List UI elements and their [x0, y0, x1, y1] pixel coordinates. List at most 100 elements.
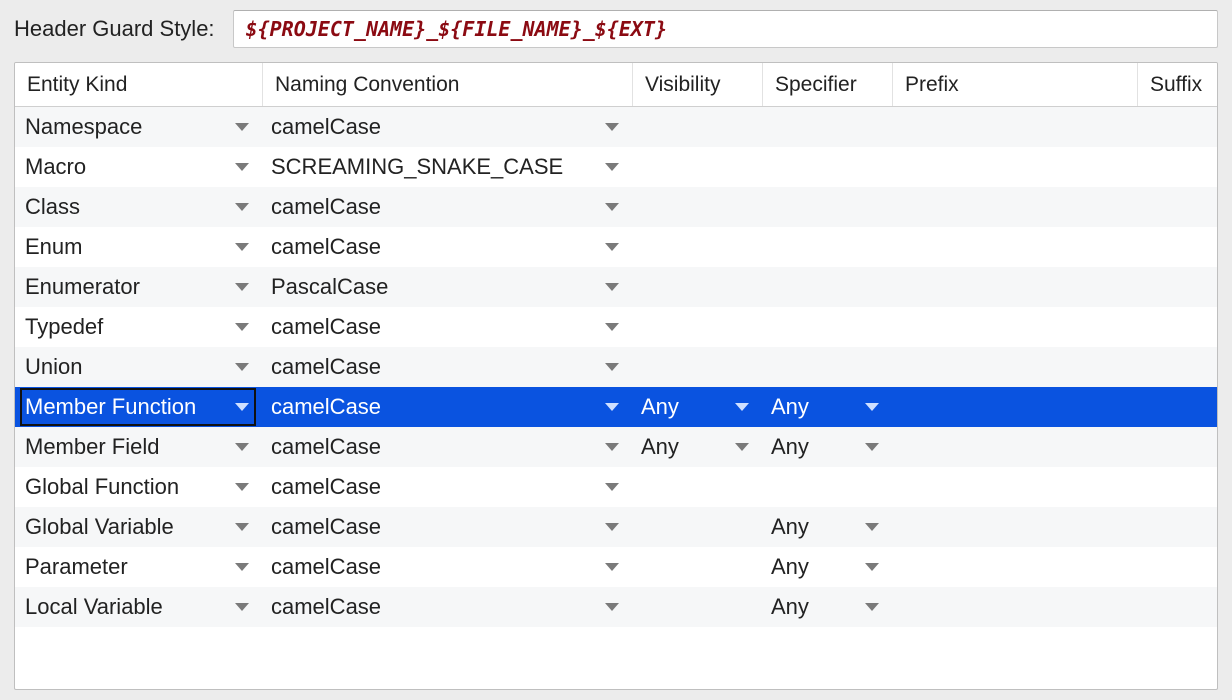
prefix-cell[interactable]	[893, 227, 1138, 267]
prefix-cell[interactable]	[893, 467, 1138, 507]
specifier-cell[interactable]: Any	[763, 427, 893, 467]
suffix-cell[interactable]	[1138, 267, 1217, 307]
suffix-cell[interactable]	[1138, 427, 1217, 467]
visibility-cell[interactable]: Any	[633, 387, 763, 427]
naming-convention-dropdown[interactable]: PascalCase	[271, 274, 625, 300]
entity-kind-dropdown[interactable]: Member Field	[21, 429, 255, 465]
prefix-cell[interactable]	[893, 307, 1138, 347]
table-row[interactable]: NamespacecamelCase	[15, 107, 1217, 147]
specifier-dropdown[interactable]: Any	[771, 394, 885, 420]
entity-kind-dropdown[interactable]: Union	[21, 349, 255, 385]
entity-kind-dropdown[interactable]: Macro	[21, 149, 255, 185]
table-row[interactable]: Global Variable camelCase Any	[15, 507, 1217, 547]
column-header-entity[interactable]: Entity Kind	[15, 63, 263, 106]
specifier-dropdown[interactable]: Any	[771, 594, 885, 620]
prefix-cell[interactable]	[893, 387, 1138, 427]
specifier-dropdown[interactable]: Any	[771, 514, 885, 540]
entity-kind-dropdown[interactable]: Enumerator	[21, 269, 255, 305]
header-guard-input[interactable]	[233, 10, 1218, 48]
naming-convention-dropdown[interactable]: camelCase	[271, 594, 625, 620]
table-row[interactable]: ParametercamelCase Any	[15, 547, 1217, 587]
column-header-specifier[interactable]: Specifier	[763, 63, 893, 106]
naming-convention-dropdown[interactable]: camelCase	[271, 514, 625, 540]
prefix-cell[interactable]	[893, 547, 1138, 587]
specifier-cell[interactable]: Any	[763, 547, 893, 587]
naming-convention-cell[interactable]: camelCase	[263, 387, 633, 427]
specifier-cell[interactable]: Any	[763, 587, 893, 627]
naming-convention-cell[interactable]: PascalCase	[263, 267, 633, 307]
suffix-cell[interactable]	[1138, 507, 1217, 547]
prefix-cell[interactable]	[893, 587, 1138, 627]
entity-kind-dropdown[interactable]: Global Variable	[21, 509, 255, 545]
table-row[interactable]: Enumerator PascalCase	[15, 267, 1217, 307]
table-row[interactable]: Union camelCase	[15, 347, 1217, 387]
suffix-cell[interactable]	[1138, 227, 1217, 267]
naming-convention-dropdown[interactable]: camelCase	[271, 234, 625, 260]
naming-convention-cell[interactable]: camelCase	[263, 227, 633, 267]
suffix-cell[interactable]	[1138, 147, 1217, 187]
prefix-cell[interactable]	[893, 267, 1138, 307]
entity-kind-cell[interactable]: Enum	[15, 227, 263, 267]
naming-convention-cell[interactable]: camelCase	[263, 547, 633, 587]
naming-convention-cell[interactable]: camelCase	[263, 307, 633, 347]
entity-kind-cell[interactable]: Global Function	[15, 467, 263, 507]
entity-kind-dropdown[interactable]: Member Function	[21, 389, 255, 425]
entity-kind-cell[interactable]: Parameter	[15, 547, 263, 587]
entity-kind-cell[interactable]: Enumerator	[15, 267, 263, 307]
visibility-cell[interactable]: Any	[633, 427, 763, 467]
table-row[interactable]: Member Field camelCase Any Any	[15, 427, 1217, 467]
naming-convention-dropdown[interactable]: camelCase	[271, 434, 625, 460]
column-header-prefix[interactable]: Prefix	[893, 63, 1138, 106]
entity-kind-cell[interactable]: Typedef	[15, 307, 263, 347]
visibility-dropdown[interactable]: Any	[641, 394, 755, 420]
entity-kind-cell[interactable]: Member Field	[15, 427, 263, 467]
suffix-cell[interactable]	[1138, 547, 1217, 587]
table-row[interactable]: Typedef camelCase	[15, 307, 1217, 347]
entity-kind-dropdown[interactable]: Parameter	[21, 549, 255, 585]
naming-convention-cell[interactable]: camelCase	[263, 347, 633, 387]
prefix-cell[interactable]	[893, 147, 1138, 187]
specifier-dropdown[interactable]: Any	[771, 434, 885, 460]
naming-convention-dropdown[interactable]: camelCase	[271, 354, 625, 380]
entity-kind-dropdown[interactable]: Local Variable	[21, 589, 255, 625]
column-header-visibility[interactable]: Visibility	[633, 63, 763, 106]
suffix-cell[interactable]	[1138, 107, 1217, 147]
specifier-cell[interactable]: Any	[763, 387, 893, 427]
entity-kind-cell[interactable]: Class	[15, 187, 263, 227]
prefix-cell[interactable]	[893, 507, 1138, 547]
naming-convention-dropdown[interactable]: camelCase	[271, 314, 625, 340]
entity-kind-dropdown[interactable]: Typedef	[21, 309, 255, 345]
suffix-cell[interactable]	[1138, 587, 1217, 627]
naming-convention-cell[interactable]: camelCase	[263, 107, 633, 147]
table-row[interactable]: Global Function camelCase	[15, 467, 1217, 507]
entity-kind-cell[interactable]: Union	[15, 347, 263, 387]
entity-kind-cell[interactable]: Global Variable	[15, 507, 263, 547]
entity-kind-cell[interactable]: Macro	[15, 147, 263, 187]
suffix-cell[interactable]	[1138, 467, 1217, 507]
entity-kind-cell[interactable]: Namespace	[15, 107, 263, 147]
entity-kind-dropdown[interactable]: Namespace	[21, 109, 255, 145]
column-header-naming[interactable]: Naming Convention	[263, 63, 633, 106]
entity-kind-dropdown[interactable]: Global Function	[21, 469, 255, 505]
specifier-dropdown[interactable]: Any	[771, 554, 885, 580]
naming-convention-dropdown[interactable]: SCREAMING_SNAKE_CASE	[271, 154, 625, 180]
entity-kind-dropdown[interactable]: Enum	[21, 229, 255, 265]
suffix-cell[interactable]	[1138, 187, 1217, 227]
suffix-cell[interactable]	[1138, 387, 1217, 427]
naming-convention-cell[interactable]: SCREAMING_SNAKE_CASE	[263, 147, 633, 187]
table-row[interactable]: Macro SCREAMING_SNAKE_CASE	[15, 147, 1217, 187]
naming-convention-cell[interactable]: camelCase	[263, 507, 633, 547]
suffix-cell[interactable]	[1138, 307, 1217, 347]
table-row[interactable]: ClasscamelCase	[15, 187, 1217, 227]
prefix-cell[interactable]	[893, 347, 1138, 387]
table-row[interactable]: Member FunctioncamelCase Any Any	[15, 387, 1217, 427]
naming-convention-cell[interactable]: camelCase	[263, 587, 633, 627]
prefix-cell[interactable]	[893, 427, 1138, 467]
naming-convention-cell[interactable]: camelCase	[263, 427, 633, 467]
entity-kind-dropdown[interactable]: Class	[21, 189, 255, 225]
table-row[interactable]: Local Variable camelCase Any	[15, 587, 1217, 627]
entity-kind-cell[interactable]: Member Function	[15, 387, 263, 427]
naming-convention-cell[interactable]: camelCase	[263, 467, 633, 507]
naming-convention-dropdown[interactable]: camelCase	[271, 474, 625, 500]
naming-convention-cell[interactable]: camelCase	[263, 187, 633, 227]
